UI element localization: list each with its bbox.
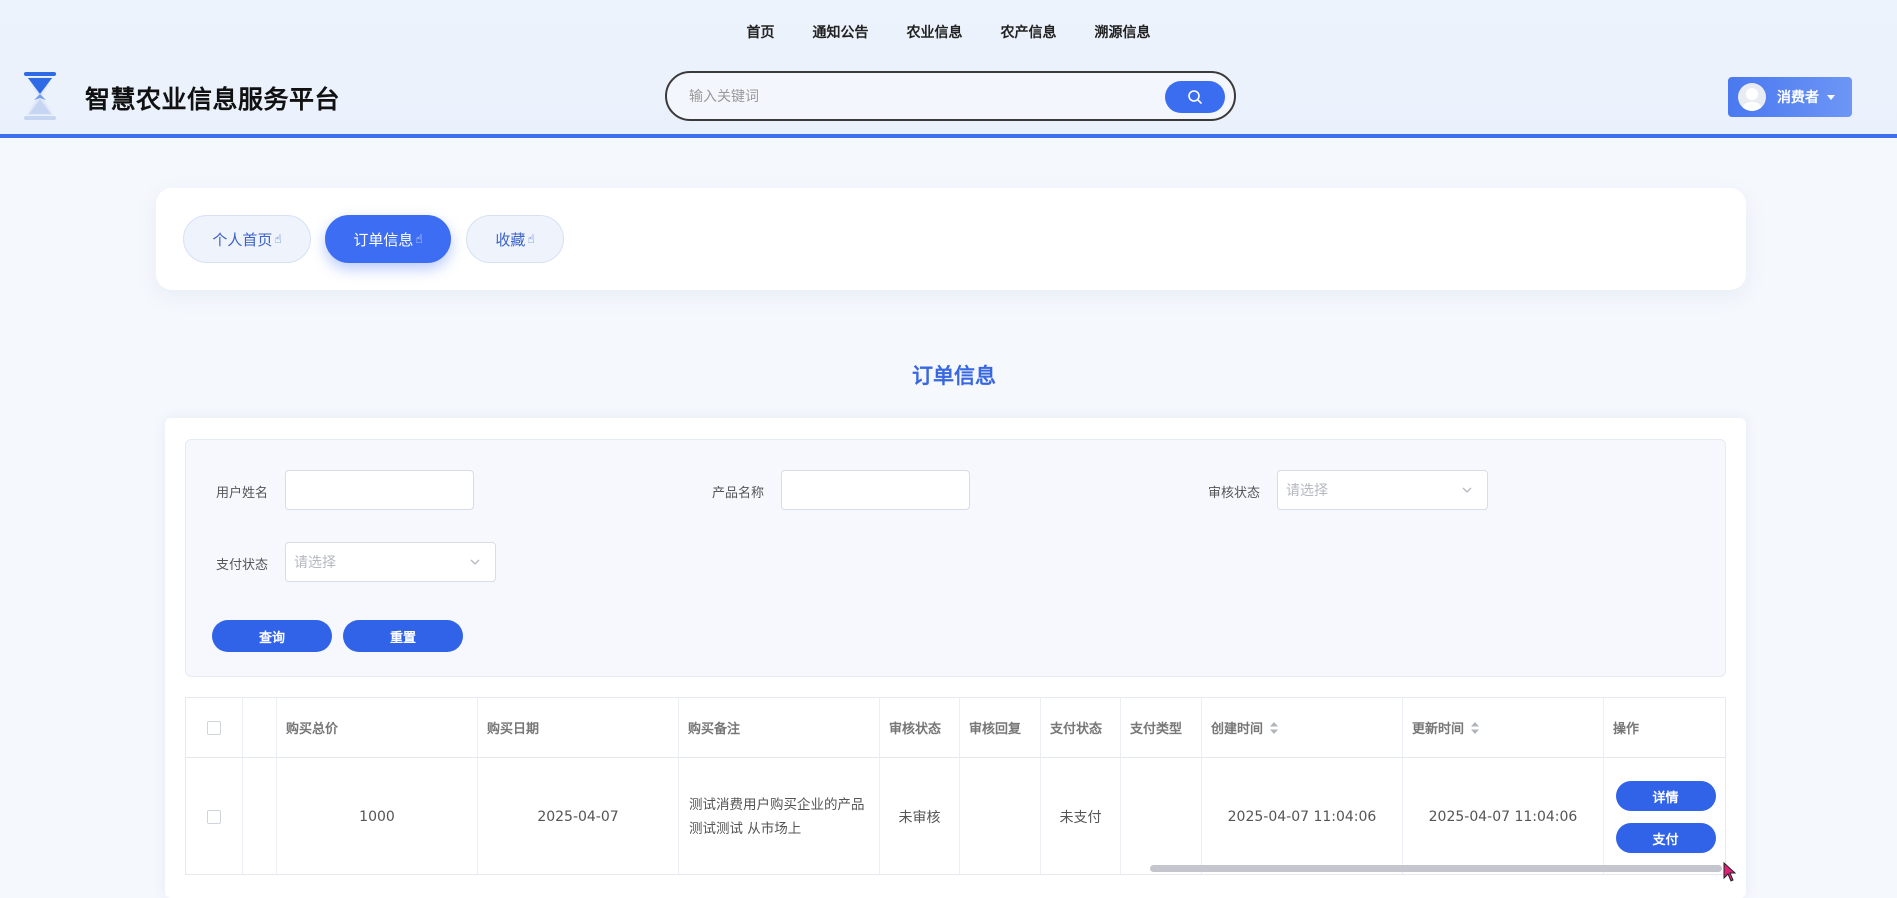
cell-remark: 测试消费用户购买企业的产品 测试测试 从市场上 xyxy=(679,758,880,874)
header-actions: 操作 xyxy=(1604,698,1725,758)
header-purchase-date: 购买日期 xyxy=(478,698,679,758)
cell-created-at: 2025-04-07 11:04:06 xyxy=(1202,758,1403,874)
nav-item-traceability[interactable]: 溯源信息 xyxy=(1076,20,1170,44)
header-audit-status: 审核状态 xyxy=(880,698,960,758)
tab-favorites[interactable]: 收藏 ☝ xyxy=(466,215,564,263)
chevron-down-icon xyxy=(1462,487,1472,493)
audit-status-placeholder: 请选择 xyxy=(1286,483,1328,499)
nav-item-products[interactable]: 农产信息 xyxy=(982,20,1076,44)
filter-panel: 用户姓名 产品名称 审核状态 请选择 支付状态 请选择 查询 重置 xyxy=(185,439,1726,677)
detail-button[interactable]: 详情 xyxy=(1615,781,1716,811)
caret-down-icon xyxy=(1827,94,1835,100)
audit-status-label: 审核状态 xyxy=(1208,486,1261,501)
header-remark: 购买备注 xyxy=(679,698,880,758)
query-button[interactable]: 查询 xyxy=(212,620,332,652)
avatar xyxy=(1738,83,1766,111)
orders-card: 用户姓名 产品名称 审核状态 请选择 支付状态 请选择 查询 重置 购买总价 购… xyxy=(165,418,1746,898)
hand-icon: ☝ xyxy=(527,232,535,246)
hand-icon: ☝ xyxy=(274,232,282,246)
header-created-at-label: 创建时间 xyxy=(1211,722,1264,737)
reset-button[interactable]: 重置 xyxy=(343,620,463,652)
select-all-cell xyxy=(186,698,243,758)
audit-status-select[interactable]: 请选择 xyxy=(1277,470,1488,510)
hand-icon: ☝ xyxy=(415,232,423,246)
page-title: 订单信息 xyxy=(912,364,996,388)
mouse-cursor-icon xyxy=(1723,862,1737,882)
horizontal-scrollbar[interactable] xyxy=(186,864,1725,874)
cell-total-price: 1000 xyxy=(277,758,478,874)
pay-status-label: 支付状态 xyxy=(216,558,269,573)
user-avatar-icon xyxy=(1742,88,1762,111)
user-name: 消费者 xyxy=(1777,90,1819,106)
cell-audit-reply xyxy=(960,758,1041,874)
row-spacer xyxy=(243,758,277,874)
header-created-at[interactable]: 创建时间 xyxy=(1202,698,1403,758)
top-nav: 首页 通知公告 农业信息 农产信息 溯源信息 xyxy=(0,20,1897,44)
sort-icon[interactable] xyxy=(1470,721,1480,735)
nav-item-agri-info[interactable]: 农业信息 xyxy=(888,20,982,44)
row-checkbox[interactable] xyxy=(207,810,221,824)
cell-audit-status: 未审核 xyxy=(880,758,960,874)
header-pay-type: 支付类型 xyxy=(1121,698,1202,758)
search-button[interactable] xyxy=(1165,81,1225,113)
user-menu-button[interactable]: 消费者 xyxy=(1728,77,1852,117)
nav-item-notices[interactable]: 通知公告 xyxy=(794,20,888,44)
product-name-label: 产品名称 xyxy=(712,486,765,501)
cell-purchase-date: 2025-04-07 xyxy=(478,758,679,874)
header-pay-status: 支付状态 xyxy=(1041,698,1121,758)
tab-orders[interactable]: 订单信息 ☝ xyxy=(325,215,451,263)
search-icon xyxy=(1188,90,1202,104)
orders-table: 购买总价 购买日期 购买备注 审核状态 审核回复 支付状态 支付类型 创建时间 … xyxy=(185,697,1726,875)
chevron-down-icon xyxy=(470,559,480,565)
profile-tabs: 个人首页 ☝ 订单信息 ☝ 收藏 ☝ xyxy=(156,188,1746,290)
sort-icon[interactable] xyxy=(1269,721,1279,735)
pay-status-placeholder: 请选择 xyxy=(294,555,336,571)
search-bar xyxy=(665,71,1236,121)
pay-button[interactable]: 支付 xyxy=(1615,823,1716,853)
tab-label: 个人首页 xyxy=(212,230,273,249)
cell-pay-status: 未支付 xyxy=(1041,758,1121,874)
tab-label: 订单信息 xyxy=(353,230,414,249)
header-updated-at-label: 更新时间 xyxy=(1412,722,1465,737)
user-name-input[interactable] xyxy=(285,470,474,510)
cell-updated-at: 2025-04-07 11:04:06 xyxy=(1403,758,1604,874)
search-input[interactable] xyxy=(687,84,1141,110)
hourglass-logo-icon xyxy=(24,72,56,120)
select-all-checkbox[interactable] xyxy=(207,720,221,735)
product-name-input[interactable] xyxy=(781,470,970,510)
tab-personal-home[interactable]: 个人首页 ☝ xyxy=(183,215,311,263)
user-name-label: 用户姓名 xyxy=(216,486,269,501)
site-header: 首页 通知公告 农业信息 农产信息 溯源信息 智慧农业信息服务平台 消费者 xyxy=(0,0,1897,138)
row-select-cell xyxy=(186,758,243,874)
cell-actions: 详情 支付 xyxy=(1604,758,1725,874)
scrollbar-thumb[interactable] xyxy=(1150,865,1722,872)
tab-label: 收藏 xyxy=(495,230,526,249)
nav-item-home[interactable]: 首页 xyxy=(728,20,794,44)
header-spacer xyxy=(243,698,277,758)
site-title: 智慧农业信息服务平台 xyxy=(85,85,341,114)
cell-pay-type xyxy=(1121,758,1202,874)
header-total-price: 购买总价 xyxy=(277,698,478,758)
pay-status-select[interactable]: 请选择 xyxy=(285,542,496,582)
header-audit-reply: 审核回复 xyxy=(960,698,1041,758)
header-updated-at[interactable]: 更新时间 xyxy=(1403,698,1604,758)
